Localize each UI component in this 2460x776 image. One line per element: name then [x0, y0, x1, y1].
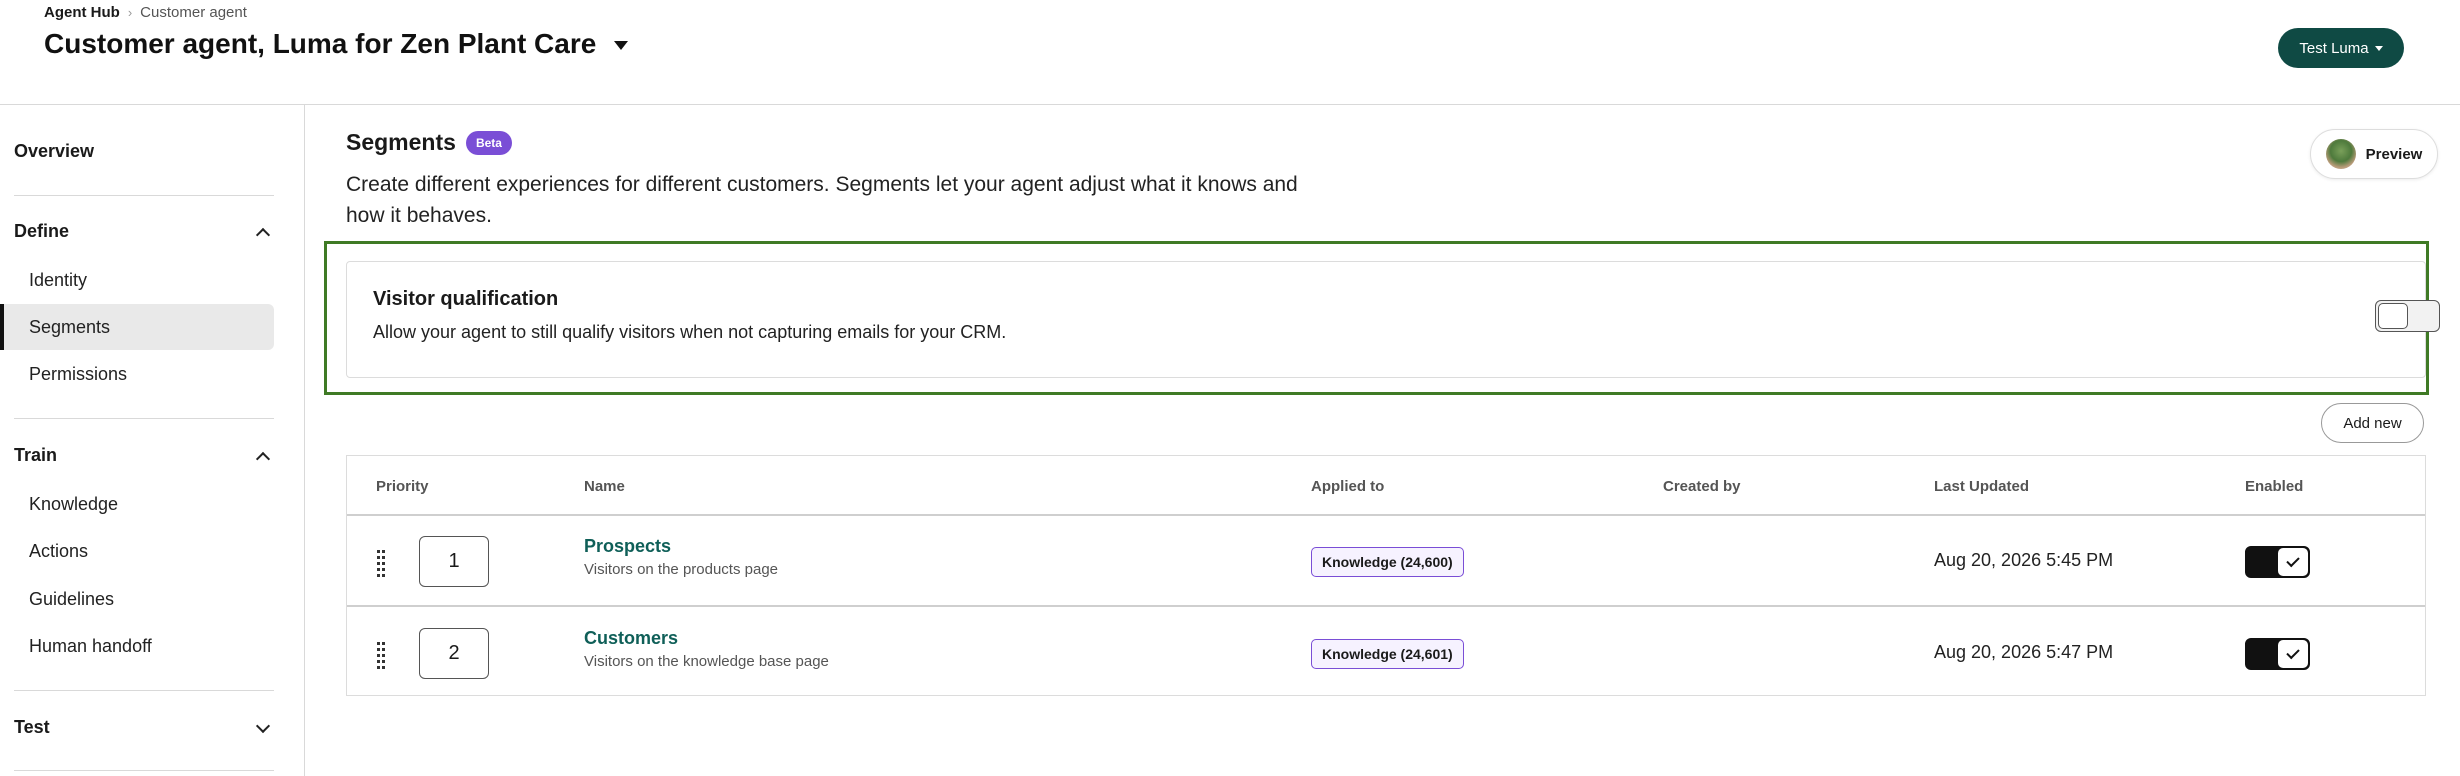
segment-name-link[interactable]: Customers — [584, 628, 678, 649]
breadcrumb: Agent Hub › Customer agent — [44, 4, 247, 21]
agent-avatar — [2325, 139, 2356, 169]
toggle-knob — [2278, 640, 2308, 668]
segments-title-row: Segments Beta — [346, 129, 512, 156]
sidebar-section-label: Define — [14, 221, 70, 241]
applied-to-badge[interactable]: Knowledge (24,601) — [1311, 639, 1464, 669]
chevron-up-icon — [255, 227, 271, 242]
table-row: 2 Customers Visitors on the knowledge ba… — [347, 608, 2425, 699]
sidebar-item-overview[interactable]: Overview — [14, 141, 94, 162]
segment-enabled-toggle[interactable] — [2245, 638, 2310, 670]
visitor-qualification-toggle[interactable] — [2375, 300, 2440, 332]
segment-description: Visitors on the products page — [584, 561, 779, 578]
sidebar-divider — [14, 418, 274, 419]
preview-button[interactable]: Preview — [2310, 129, 2438, 179]
sidebar-item-permissions[interactable]: Permissions — [0, 351, 274, 397]
column-priority: Priority — [376, 478, 429, 495]
checkmark-icon — [2286, 553, 2300, 568]
priority-input[interactable]: 1 — [419, 536, 489, 587]
last-updated: Aug 20, 2026 5:47 PM — [1934, 642, 2114, 662]
test-agent-button[interactable]: Test Luma — [2278, 28, 2404, 68]
visitor-qualification-title: Visitor qualification — [373, 288, 559, 310]
column-name: Name — [584, 478, 625, 495]
sidebar: Overview Define Identity Segments Permis… — [0, 105, 305, 776]
column-created-by: Created by — [1663, 478, 1741, 495]
sidebar-item-actions[interactable]: Actions — [0, 528, 274, 574]
sidebar-section-define[interactable]: Define — [14, 221, 274, 242]
sidebar-divider — [14, 770, 274, 771]
sidebar-section-test[interactable]: Test — [14, 717, 274, 738]
breadcrumb-agent-hub[interactable]: Agent Hub — [44, 4, 120, 21]
sidebar-divider — [14, 690, 274, 691]
checkmark-icon — [2286, 645, 2300, 660]
main-content: Segments Beta Create different experienc… — [305, 105, 2460, 776]
table-header: Priority Name Applied to Created by Last… — [347, 456, 2425, 516]
sidebar-item-human-handoff[interactable]: Human handoff — [0, 623, 274, 669]
segment-name-link[interactable]: Prospects — [584, 536, 671, 557]
toggle-knob — [2378, 303, 2408, 329]
page-title-row: Customer agent, Luma for Zen Plant Care — [44, 28, 629, 60]
drag-handle-icon[interactable] — [377, 642, 385, 669]
breadcrumb-separator-icon: › — [127, 5, 133, 20]
segments-title: Segments — [346, 129, 456, 155]
page-title: Customer agent, Luma for Zen Plant Care — [44, 28, 597, 59]
priority-input[interactable]: 2 — [419, 628, 489, 679]
page-header: Agent Hub › Customer agent Customer agen… — [0, 0, 2460, 105]
breadcrumb-current: Customer agent — [140, 4, 247, 21]
drag-handle-icon[interactable] — [377, 550, 385, 577]
toggle-knob — [2278, 548, 2308, 576]
sidebar-item-segments[interactable]: Segments — [0, 304, 274, 350]
column-applied-to: Applied to — [1311, 478, 1385, 495]
agent-switcher-caret-icon[interactable] — [614, 40, 629, 50]
visitor-qualification-description: Allow your agent to still qualify visito… — [373, 322, 1007, 342]
preview-button-label: Preview — [2365, 145, 2423, 163]
beta-badge: Beta — [465, 130, 512, 155]
chevron-down-icon — [2374, 45, 2383, 51]
column-enabled: Enabled — [2245, 478, 2304, 495]
sidebar-section-label: Train — [14, 445, 58, 465]
sidebar-section-label: Test — [14, 717, 50, 737]
sidebar-item-guidelines[interactable]: Guidelines — [0, 576, 274, 622]
segment-description: Visitors on the knowledge base page — [584, 653, 829, 670]
visitor-qualification-card: Visitor qualification Allow your agent t… — [346, 261, 2440, 378]
segments-description: Create different experiences for differe… — [346, 173, 1298, 227]
test-agent-button-label: Test Luma — [2299, 39, 2369, 57]
chevron-down-icon — [255, 718, 271, 733]
sidebar-section-train[interactable]: Train — [14, 445, 274, 466]
column-last-updated: Last Updated — [1934, 478, 2030, 495]
segment-enabled-toggle[interactable] — [2245, 546, 2310, 578]
add-new-button[interactable]: Add new — [2321, 403, 2424, 443]
last-updated: Aug 20, 2026 5:45 PM — [1934, 550, 2114, 570]
sidebar-item-identity[interactable]: Identity — [0, 257, 274, 303]
chevron-up-icon — [255, 451, 271, 466]
table-row: 1 Prospects Visitors on the products pag… — [347, 516, 2425, 607]
sidebar-item-knowledge[interactable]: Knowledge — [0, 481, 274, 527]
applied-to-badge[interactable]: Knowledge (24,600) — [1311, 547, 1464, 577]
sidebar-divider — [14, 195, 274, 196]
segments-table: Priority Name Applied to Created by Last… — [346, 455, 2426, 696]
